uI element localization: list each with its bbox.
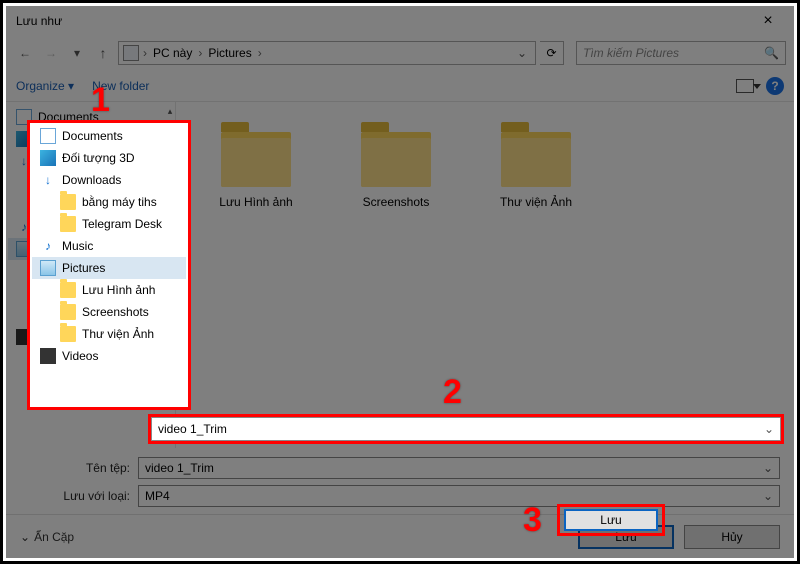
tree-item[interactable]: bằng máy tihs <box>32 191 186 213</box>
tree-item-label: Videos <box>62 349 98 363</box>
tree-item-label: Screenshots <box>82 305 149 319</box>
cancel-button[interactable]: Hủy <box>684 525 780 549</box>
vid-icon <box>40 348 56 364</box>
dl-icon: ↓ <box>40 172 56 188</box>
search-placeholder: Tìm kiếm Pictures <box>583 46 764 60</box>
folder-label: Screenshots <box>363 195 430 209</box>
tree-item[interactable]: Screenshots <box>32 301 186 323</box>
tree-item[interactable]: Pictures <box>32 257 186 279</box>
pc-icon <box>123 45 139 61</box>
folder-icon <box>361 132 431 187</box>
breadcrumb-pictures[interactable]: Pictures <box>206 46 253 60</box>
tree-item-label: Pictures <box>62 261 105 275</box>
folder-icon <box>501 132 571 187</box>
filetype-label: Lưu với loại: <box>20 489 130 503</box>
search-input[interactable]: Tìm kiếm Pictures 🔍 <box>576 41 786 65</box>
folder-icon <box>221 132 291 187</box>
refresh-icon[interactable]: ⟳ <box>540 41 564 65</box>
organize-button[interactable]: Organize ▾ <box>16 79 74 93</box>
tree-item-label: Documents <box>38 110 99 124</box>
folder-label: Lưu Hình ảnh <box>219 195 292 209</box>
highlighted-filename-input[interactable]: video 1_Trim ⌄ <box>151 417 781 441</box>
filetype-select[interactable]: MP4 ⌄ <box>138 485 780 507</box>
folder-item[interactable]: Lưu Hình ảnh <box>206 132 306 209</box>
help-icon[interactable]: ? <box>766 77 784 95</box>
view-options-icon[interactable] <box>736 79 754 93</box>
folder-icon <box>60 216 76 232</box>
toolbar: Organize ▾ New folder ? <box>6 70 794 102</box>
chevron-right-icon: › <box>198 46 202 60</box>
back-icon[interactable]: ← <box>14 42 36 64</box>
chevron-down-icon[interactable]: ⌄ <box>763 461 773 475</box>
titlebar: Lưu như × <box>6 6 794 36</box>
doc-icon <box>40 128 56 144</box>
pic-icon <box>40 260 56 276</box>
folder-content[interactable]: Lưu Hình ảnh Screenshots Thư viện Ảnh <box>176 102 794 448</box>
tree-item[interactable]: Videos <box>32 345 186 367</box>
tree-item[interactable]: ↓ Downloads <box>32 169 186 191</box>
tree-item[interactable]: ♪ Music <box>32 235 186 257</box>
forward-icon: → <box>40 42 62 64</box>
tree-item-label: Đối tượng 3D <box>62 151 135 165</box>
address-bar[interactable]: › PC này › Pictures › ⌄ <box>118 41 536 65</box>
hide-folders-button[interactable]: ⌄ Ẩn Cặp <box>20 530 74 544</box>
new-folder-button[interactable]: New folder <box>92 79 149 93</box>
tree-item[interactable]: Thư viện Ảnh <box>32 323 186 345</box>
highlighted-save-button[interactable]: Lưu <box>564 509 658 531</box>
folder-label: Thư viện Ảnh <box>500 195 572 209</box>
music-icon: ♪ <box>40 238 56 254</box>
tree-item[interactable]: Đối tượng 3D <box>32 147 186 169</box>
tree-item-label: Documents <box>62 129 123 143</box>
tree-item-label: Lưu Hình ảnh <box>82 283 155 297</box>
tree-item[interactable]: Lưu Hình ảnh <box>32 279 186 301</box>
filename-input[interactable]: video 1_Trim ⌄ <box>138 457 780 479</box>
folder-icon <box>60 282 76 298</box>
folder-icon <box>60 326 76 342</box>
recent-dropdown-icon[interactable]: ▾ <box>66 42 88 64</box>
save-form: Tên tệp: video 1_Trim ⌄ Lưu với loại: MP… <box>6 448 794 514</box>
tree-item-label: Telegram Desk <box>82 217 162 231</box>
chevron-right-icon: › <box>143 46 147 60</box>
folder-icon <box>60 194 76 210</box>
filename-label: Tên tệp: <box>20 461 130 475</box>
tree-item-label: Music <box>62 239 93 253</box>
close-icon[interactable]: × <box>748 12 788 30</box>
tree-item-label: bằng máy tihs <box>82 195 157 209</box>
cube-icon <box>40 150 56 166</box>
search-icon: 🔍 <box>764 46 779 60</box>
nav-row: ← → ▾ ↑ › PC này › Pictures › ⌄ ⟳ Tìm ki… <box>6 36 794 70</box>
tree-item-label: Downloads <box>62 173 121 187</box>
chevron-down-icon[interactable]: ⌄ <box>764 422 774 436</box>
address-dropdown-icon[interactable]: ⌄ <box>513 46 531 60</box>
tree-item[interactable]: Documents <box>32 125 186 147</box>
chevron-right-icon: › <box>258 46 262 60</box>
scroll-up-icon[interactable]: ▴ <box>168 106 173 117</box>
tree-item-label: Thư viện Ảnh <box>82 327 154 341</box>
chevron-down-icon[interactable]: ⌄ <box>763 489 773 503</box>
up-icon[interactable]: ↑ <box>92 42 114 64</box>
folder-item[interactable]: Screenshots <box>346 132 446 209</box>
breadcrumb-pc[interactable]: PC này <box>151 46 194 60</box>
tree-item[interactable]: Telegram Desk <box>32 213 186 235</box>
highlighted-tree: Documents Đối tượng 3D ↓ Downloads bằng máy … <box>30 123 188 407</box>
window-title: Lưu như <box>12 14 748 28</box>
footer: ⌄ Ẩn Cặp Lưu Hủy <box>6 514 794 558</box>
folder-item[interactable]: Thư viện Ảnh <box>486 132 586 209</box>
folder-icon <box>60 304 76 320</box>
chevron-down-icon: ⌄ <box>20 530 30 544</box>
